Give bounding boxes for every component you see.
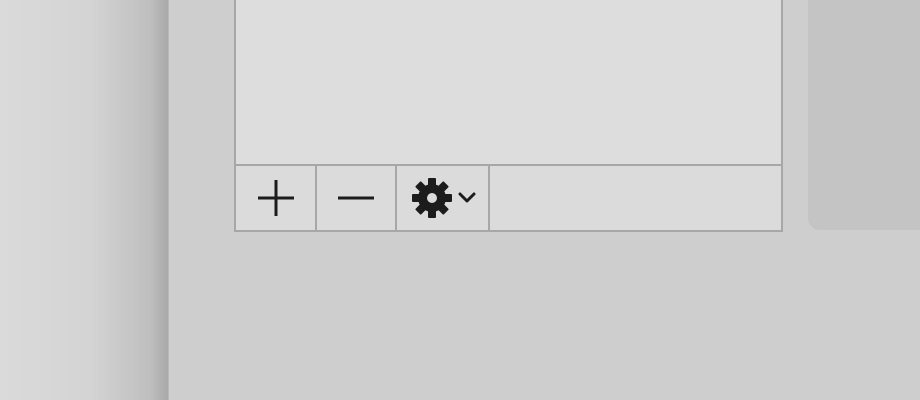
remove-button[interactable] (317, 166, 397, 230)
chevron-down-icon (458, 192, 475, 203)
list-pane[interactable] (234, 0, 783, 166)
action-menu-button[interactable] (397, 166, 490, 230)
list-toolbar (234, 164, 783, 232)
add-button[interactable] (236, 166, 317, 230)
background-window-edge (0, 0, 168, 400)
minus-icon (338, 196, 374, 200)
side-panel (808, 0, 920, 230)
plus-icon (257, 180, 294, 216)
gear-icon (411, 178, 452, 218)
